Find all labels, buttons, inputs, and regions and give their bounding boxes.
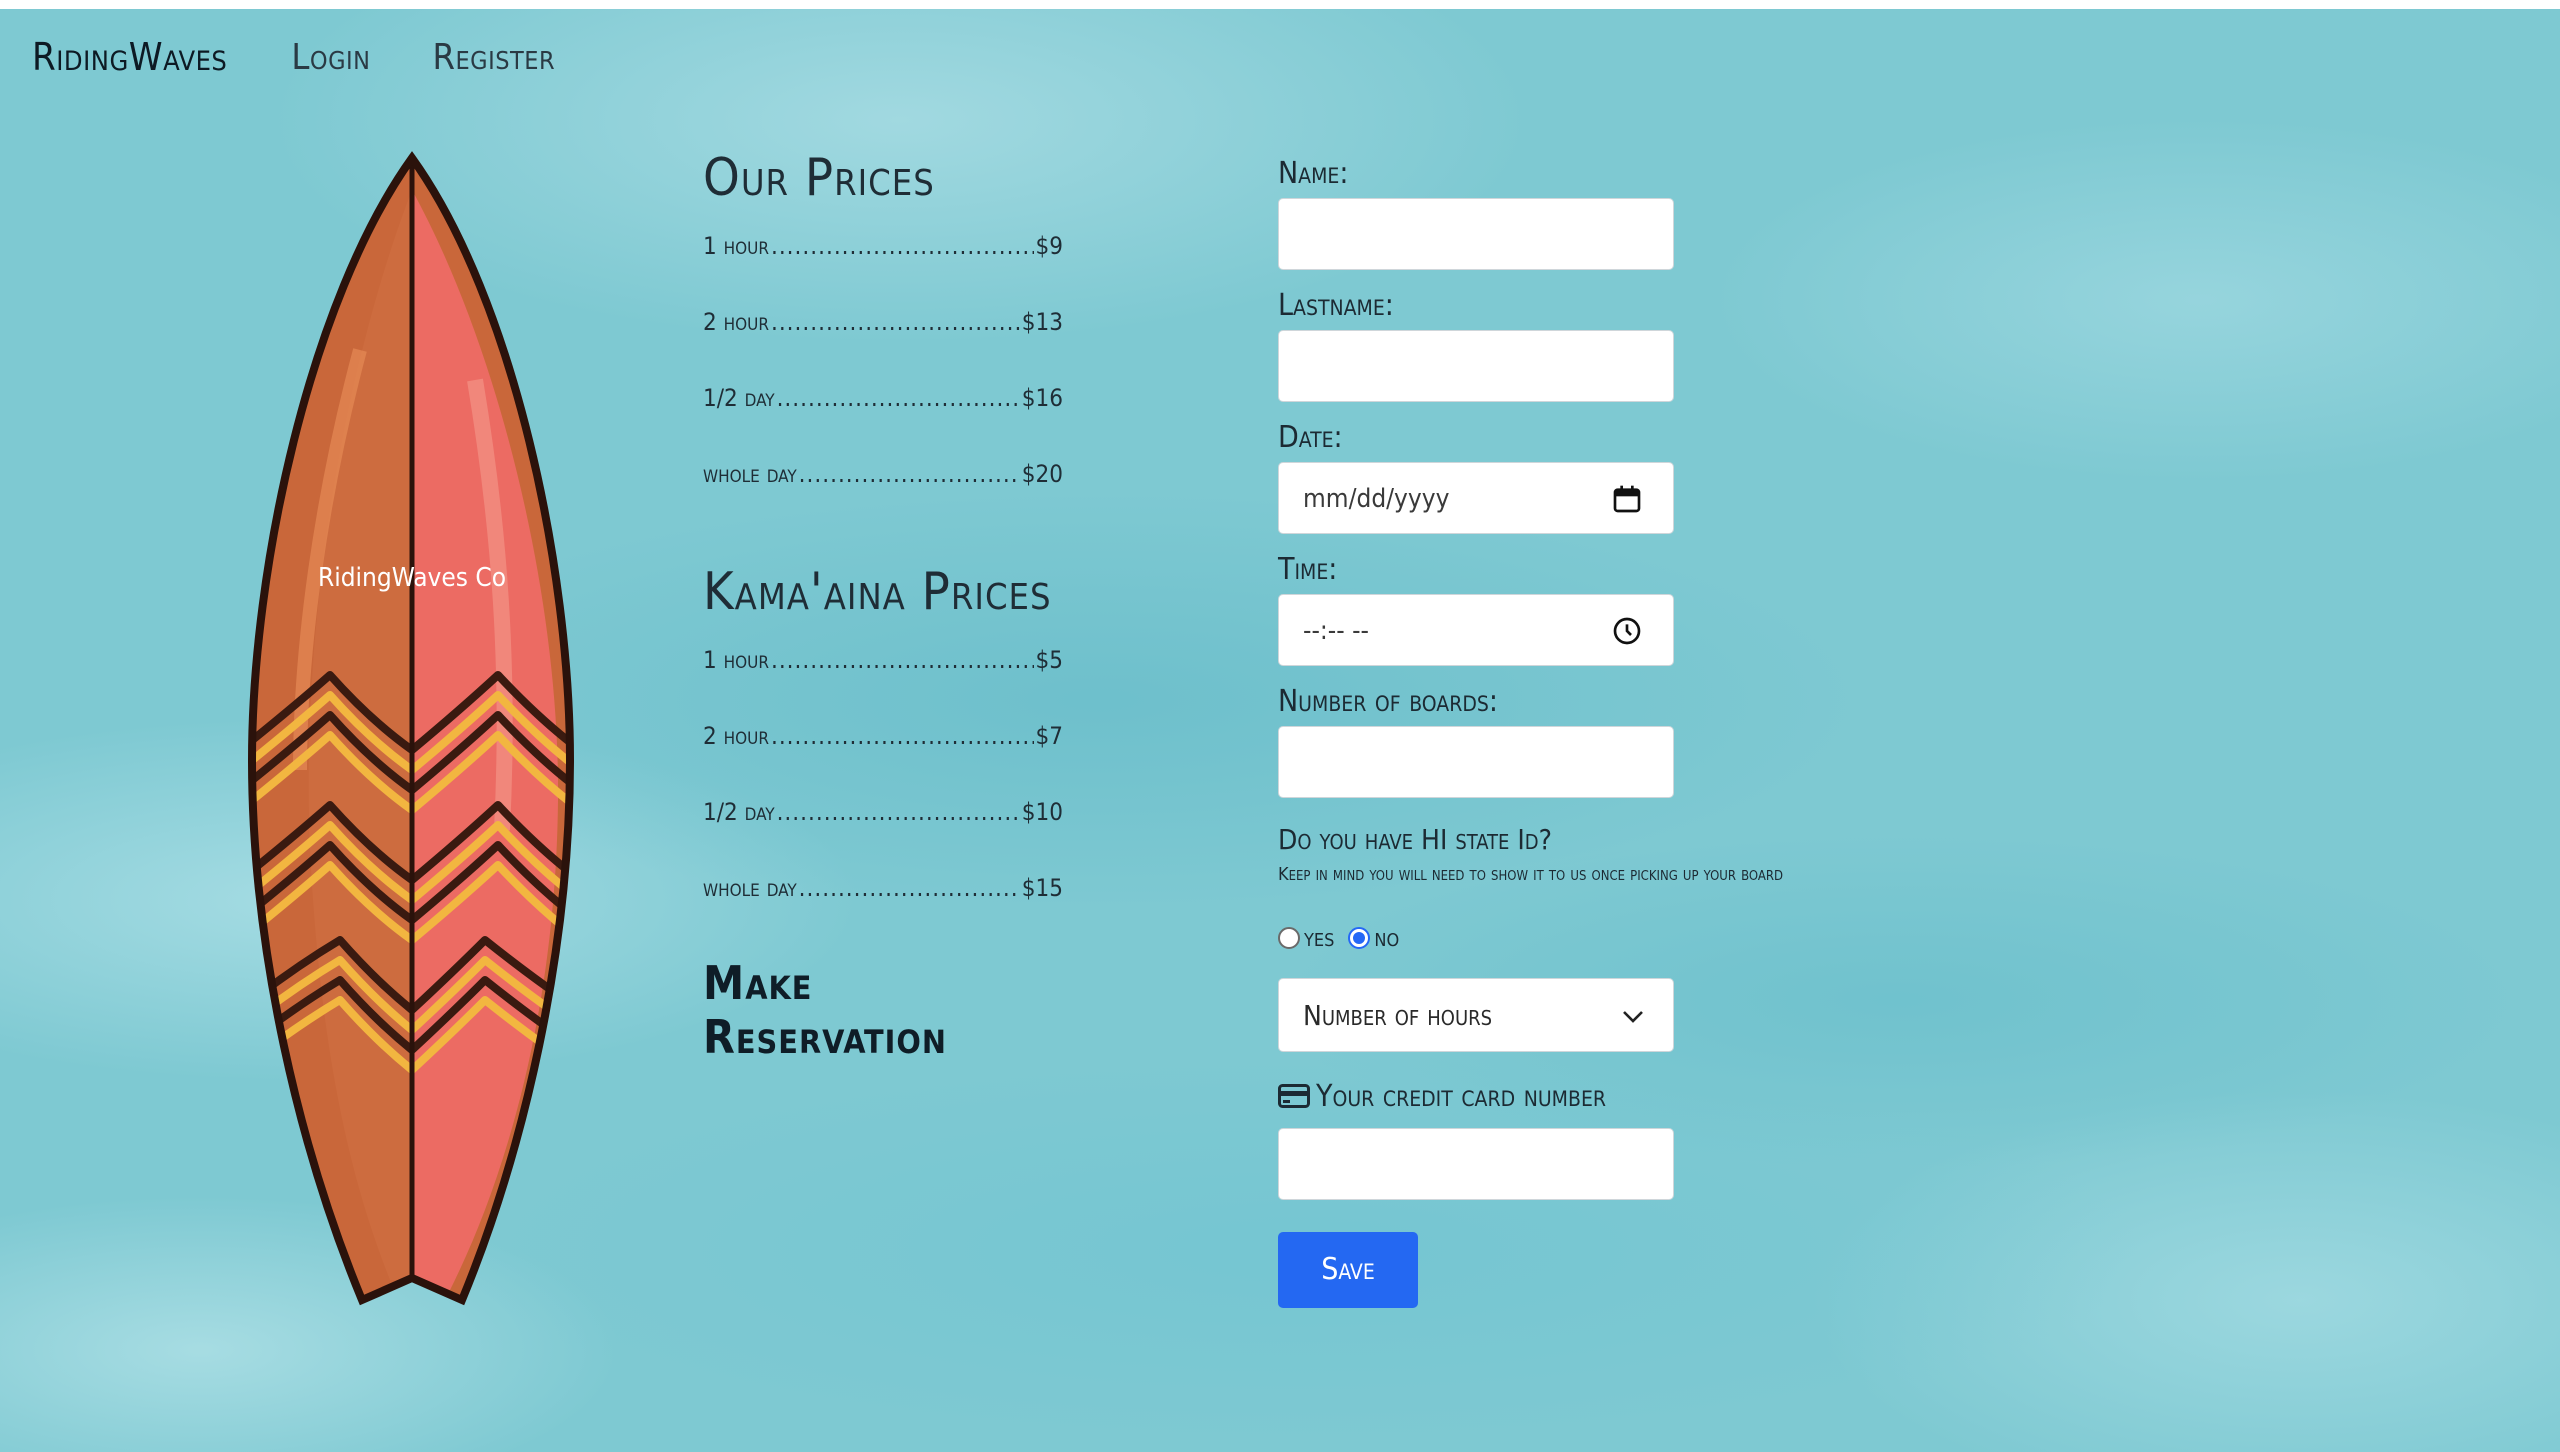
brand-link[interactable]: RidingWaves xyxy=(32,35,227,79)
yes-radio-label: yes xyxy=(1304,923,1335,953)
price-row: whole day$20 xyxy=(703,446,1063,522)
credit-card-input[interactable] xyxy=(1278,1128,1674,1200)
kamaaina-price-row: whole day$15 xyxy=(703,860,1063,936)
calendar-icon[interactable] xyxy=(1611,483,1643,515)
kamaaina-price-row: 1 hour$5 xyxy=(703,632,1063,708)
our-prices-heading: Our Prices xyxy=(703,148,935,208)
no-radio[interactable] xyxy=(1348,927,1371,949)
kamaaina-price-row: 1/2 day$10 xyxy=(703,784,1063,860)
no-radio-label: no xyxy=(1374,923,1400,953)
price-row: 1 hour$9 xyxy=(703,218,1063,294)
reservation-form: Name: Lastname: Date: mm/dd/yyyy Time: -… xyxy=(1278,150,1878,1308)
date-label: Date: xyxy=(1278,420,1343,455)
state-id-question: Do you have HI state Id? xyxy=(1278,823,1552,856)
name-input[interactable] xyxy=(1278,198,1674,270)
boards-input[interactable] xyxy=(1278,726,1674,798)
credit-card-label-text: Your credit card number xyxy=(1316,1078,1607,1114)
prices-section: Our Prices 1 hour$9 2 hour$13 1/2 day$16… xyxy=(703,148,1063,1064)
board-logo-text: RidingWaves Co xyxy=(318,563,506,593)
credit-card-icon xyxy=(1278,1084,1310,1108)
credit-card-label: Your credit card number xyxy=(1278,1072,1878,1120)
kamaaina-price-row: 2 hour$7 xyxy=(703,708,1063,784)
state-id-radio-group: yes no xyxy=(1278,918,1878,958)
date-placeholder: mm/dd/yyyy xyxy=(1303,484,1450,514)
hours-select[interactable]: Number of hours xyxy=(1278,978,1674,1052)
top-border xyxy=(0,0,2560,9)
navbar: RidingWaves Login Register xyxy=(32,32,617,82)
nav-register-link[interactable]: Register xyxy=(432,37,555,78)
boards-label: Number of boards: xyxy=(1278,684,1498,719)
make-reservation-heading: Make Reservation xyxy=(703,956,947,1064)
state-id-note: Keep in mind you will need to show it to… xyxy=(1278,864,1784,885)
lastname-input[interactable] xyxy=(1278,330,1674,402)
hours-select-value: Number of hours xyxy=(1303,999,1493,1032)
time-placeholder: --:-- -- xyxy=(1303,616,1369,646)
kamaaina-prices-heading: Kama'aina Prices xyxy=(703,562,1052,622)
surfboard-illustration: RidingWaves Co xyxy=(240,150,580,1320)
yes-radio[interactable] xyxy=(1278,927,1300,949)
name-label: Name: xyxy=(1278,156,1349,191)
nav-login-link[interactable]: Login xyxy=(291,37,370,78)
save-button[interactable]: Save xyxy=(1278,1232,1418,1308)
date-input[interactable]: mm/dd/yyyy xyxy=(1278,462,1674,534)
lastname-label: Lastname: xyxy=(1278,288,1394,323)
time-label: Time: xyxy=(1278,552,1338,587)
clock-icon[interactable] xyxy=(1611,615,1643,647)
time-input[interactable]: --:-- -- xyxy=(1278,594,1674,666)
price-row: 2 hour$13 xyxy=(703,294,1063,370)
chevron-down-icon xyxy=(1623,1011,1643,1023)
price-row: 1/2 day$16 xyxy=(703,370,1063,446)
